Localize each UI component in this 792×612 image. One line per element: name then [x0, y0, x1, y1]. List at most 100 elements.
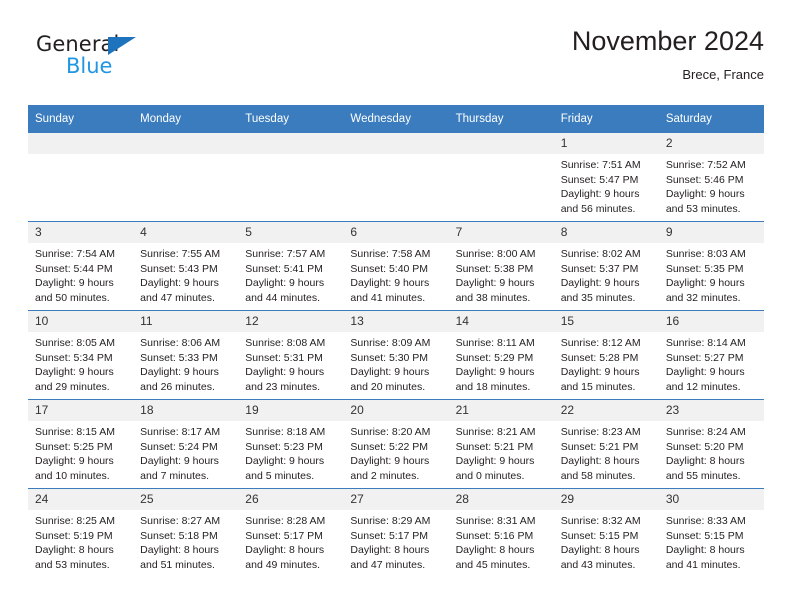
day-details: Sunrise: 8:17 AM Sunset: 5:24 PM Daylight:…	[133, 421, 238, 483]
calendar-day-cell[interactable]: 12 Sunrise: 8:08 AM Sunset: 5:31 PM Dayligh…	[238, 310, 344, 400]
weekday-header-tuesday: Tuesday	[238, 105, 344, 133]
sunset-text: Sunset: 5:16 PM	[455, 529, 534, 542]
daylight-text-line1: Daylight: 8 hours	[665, 544, 745, 557]
day-details: Sunrise: 8:25 AM Sunset: 5:19 PM Daylight:…	[28, 510, 133, 572]
daylight-text-line1: Daylight: 9 hours	[35, 455, 114, 468]
calendar-day-cell[interactable]: 27 Sunrise: 8:29 AM Sunset: 5:17 PM Dayligh…	[343, 488, 449, 577]
day-details: Sunrise: 8:12 AM Sunset: 5:28 PM Daylight:…	[554, 332, 659, 394]
weekday-header-monday: Monday	[133, 105, 239, 133]
calendar-day-cell[interactable]: 9 Sunrise: 8:03 AM Sunset: 5:35 PM Daylight…	[658, 221, 764, 311]
day-number	[28, 133, 134, 154]
calendar-day-cell[interactable]: 3 Sunrise: 7:54 AM Sunset: 5:44 PM Daylight…	[28, 221, 134, 311]
calendar-day-cell[interactable]: 30 Sunrise: 8:33 AM Sunset: 5:15 PM Dayligh…	[658, 488, 764, 577]
location-subtitle: Brece, France	[682, 67, 764, 82]
day-number: 1	[553, 133, 659, 154]
calendar-day-cell[interactable]: 24 Sunrise: 8:25 AM Sunset: 5:19 PM Dayligh…	[28, 488, 134, 577]
logo-triangle-icon	[108, 37, 136, 55]
daylight-text-line2: and 44 minutes.	[245, 291, 320, 304]
calendar-day-cell[interactable]: 23 Sunrise: 8:24 AM Sunset: 5:20 PM Dayligh…	[658, 399, 764, 489]
day-number: 17	[28, 400, 134, 421]
calendar-cell-empty	[238, 133, 344, 222]
daylight-text-line1: Daylight: 8 hours	[140, 544, 219, 557]
calendar-day-cell[interactable]: 28 Sunrise: 8:31 AM Sunset: 5:16 PM Dayligh…	[448, 488, 554, 577]
day-number: 6	[343, 222, 449, 243]
day-number: 28	[448, 489, 554, 510]
weekday-header-saturday: Saturday	[658, 105, 764, 133]
calendar-day-cell[interactable]: 25 Sunrise: 8:27 AM Sunset: 5:18 PM Dayligh…	[133, 488, 239, 577]
calendar-day-cell[interactable]: 22 Sunrise: 8:23 AM Sunset: 5:21 PM Dayligh…	[553, 399, 659, 489]
daylight-text-line2: and 18 minutes.	[455, 380, 531, 393]
calendar-day-cell[interactable]: 5 Sunrise: 7:57 AM Sunset: 5:41 PM Daylight…	[238, 221, 344, 311]
day-details: Sunrise: 8:18 AM Sunset: 5:23 PM Daylight:…	[238, 421, 343, 483]
weekday-header-thursday: Thursday	[448, 105, 554, 133]
calendar-week-row: 3 Sunrise: 7:54 AM Sunset: 5:44 PM Daylight…	[28, 221, 764, 311]
daylight-text-line2: and 51 minutes.	[140, 558, 215, 571]
day-number	[448, 133, 554, 154]
calendar-day-cell[interactable]: 7 Sunrise: 8:00 AM Sunset: 5:38 PM Daylight…	[448, 221, 554, 311]
day-number: 24	[28, 489, 134, 510]
sunset-text: Sunset: 5:46 PM	[665, 173, 744, 186]
weekday-header-friday: Friday	[553, 105, 659, 133]
generalblue-logo[interactable]: General Blue	[36, 32, 176, 88]
calendar-day-cell[interactable]: 26 Sunrise: 8:28 AM Sunset: 5:17 PM Dayligh…	[238, 488, 344, 577]
calendar-day-cell[interactable]: 10 Sunrise: 8:05 AM Sunset: 5:34 PM Dayligh…	[28, 310, 134, 400]
sunset-text: Sunset: 5:27 PM	[665, 351, 744, 364]
daylight-text-line2: and 2 minutes.	[350, 469, 420, 482]
calendar-day-cell[interactable]: 4 Sunrise: 7:55 AM Sunset: 5:43 PM Daylight…	[133, 221, 239, 311]
page-title: November 2024	[571, 26, 764, 56]
calendar-day-cell[interactable]: 6 Sunrise: 7:58 AM Sunset: 5:40 PM Daylight…	[343, 221, 449, 311]
calendar-day-cell[interactable]: 14 Sunrise: 8:11 AM Sunset: 5:29 PM Dayligh…	[448, 310, 554, 400]
page-header: General Blue November 2024 Brece, France	[28, 24, 764, 96]
calendar-day-cell[interactable]: 20 Sunrise: 8:20 AM Sunset: 5:22 PM Dayligh…	[343, 399, 449, 489]
calendar-day-cell[interactable]: 2 Sunrise: 7:52 AM Sunset: 5:46 PM Daylight…	[658, 133, 764, 222]
logo-text-general: General	[36, 32, 120, 56]
day-number: 20	[343, 400, 449, 421]
calendar-day-cell[interactable]: 1 Sunrise: 7:51 AM Sunset: 5:47 PM Daylight…	[553, 133, 659, 222]
calendar-day-cell[interactable]: 13 Sunrise: 8:09 AM Sunset: 5:30 PM Dayligh…	[343, 310, 449, 400]
calendar-day-cell[interactable]: 21 Sunrise: 8:21 AM Sunset: 5:21 PM Dayligh…	[448, 399, 554, 489]
sunrise-text: Sunrise: 8:32 AM	[560, 515, 641, 527]
day-details: Sunrise: 8:14 AM Sunset: 5:27 PM Daylight:…	[659, 332, 764, 394]
sunrise-text: Sunrise: 7:58 AM	[350, 248, 431, 260]
daylight-text-line1: Daylight: 8 hours	[560, 544, 640, 557]
calendar-day-cell[interactable]: 29 Sunrise: 8:32 AM Sunset: 5:15 PM Dayligh…	[553, 488, 659, 577]
sunrise-text: Sunrise: 8:25 AM	[35, 515, 115, 527]
sunset-text: Sunset: 5:31 PM	[245, 351, 323, 364]
calendar-week-row: 24 Sunrise: 8:25 AM Sunset: 5:19 PM Dayligh…	[28, 488, 764, 577]
daylight-text-line2: and 20 minutes.	[350, 380, 426, 393]
day-details: Sunrise: 8:02 AM Sunset: 5:37 PM Daylight:…	[554, 243, 659, 305]
title-block: November 2024 Brece, France	[572, 24, 764, 86]
daylight-text-line1: Daylight: 8 hours	[560, 455, 640, 468]
calendar-day-cell[interactable]: 17 Sunrise: 8:15 AM Sunset: 5:25 PM Dayligh…	[28, 399, 134, 489]
sunrise-text: Sunrise: 7:52 AM	[665, 159, 746, 171]
daylight-text-line2: and 53 minutes.	[665, 202, 741, 215]
daylight-text-line1: Daylight: 9 hours	[455, 366, 535, 379]
sunset-text: Sunset: 5:41 PM	[245, 262, 323, 275]
calendar-day-cell[interactable]: 19 Sunrise: 8:18 AM Sunset: 5:23 PM Dayligh…	[238, 399, 344, 489]
calendar-day-cell[interactable]: 15 Sunrise: 8:12 AM Sunset: 5:28 PM Dayligh…	[553, 310, 659, 400]
daylight-text-line2: and 58 minutes.	[560, 469, 636, 482]
daylight-text-line2: and 5 minutes.	[245, 469, 315, 482]
daylight-text-line1: Daylight: 9 hours	[35, 277, 114, 290]
calendar-day-cell[interactable]: 8 Sunrise: 8:02 AM Sunset: 5:37 PM Daylight…	[553, 221, 659, 311]
sunrise-text: Sunrise: 8:18 AM	[245, 426, 326, 438]
sunset-text: Sunset: 5:22 PM	[350, 440, 429, 453]
sunset-text: Sunset: 5:28 PM	[560, 351, 639, 364]
sunset-text: Sunset: 5:40 PM	[350, 262, 429, 275]
day-details: Sunrise: 8:32 AM Sunset: 5:15 PM Daylight:…	[554, 510, 659, 572]
calendar-day-cell[interactable]: 16 Sunrise: 8:14 AM Sunset: 5:27 PM Dayligh…	[658, 310, 764, 400]
day-details: Sunrise: 8:20 AM Sunset: 5:22 PM Daylight:…	[343, 421, 448, 483]
daylight-text-line2: and 0 minutes.	[455, 469, 525, 482]
calendar-cell-empty	[343, 133, 449, 222]
daylight-text-line1: Daylight: 9 hours	[455, 277, 535, 290]
day-details: Sunrise: 8:28 AM Sunset: 5:17 PM Daylight:…	[238, 510, 343, 572]
calendar-day-cell[interactable]: 18 Sunrise: 8:17 AM Sunset: 5:24 PM Dayligh…	[133, 399, 239, 489]
sunset-text: Sunset: 5:25 PM	[35, 440, 113, 453]
day-number: 21	[448, 400, 554, 421]
calendar-day-cell[interactable]: 11 Sunrise: 8:06 AM Sunset: 5:33 PM Dayligh…	[133, 310, 239, 400]
sunrise-text: Sunrise: 7:51 AM	[560, 159, 641, 171]
daylight-text-line1: Daylight: 9 hours	[560, 277, 640, 290]
daylight-text-line1: Daylight: 9 hours	[350, 366, 430, 379]
daylight-text-line1: Daylight: 8 hours	[35, 544, 114, 557]
sunset-text: Sunset: 5:35 PM	[665, 262, 744, 275]
